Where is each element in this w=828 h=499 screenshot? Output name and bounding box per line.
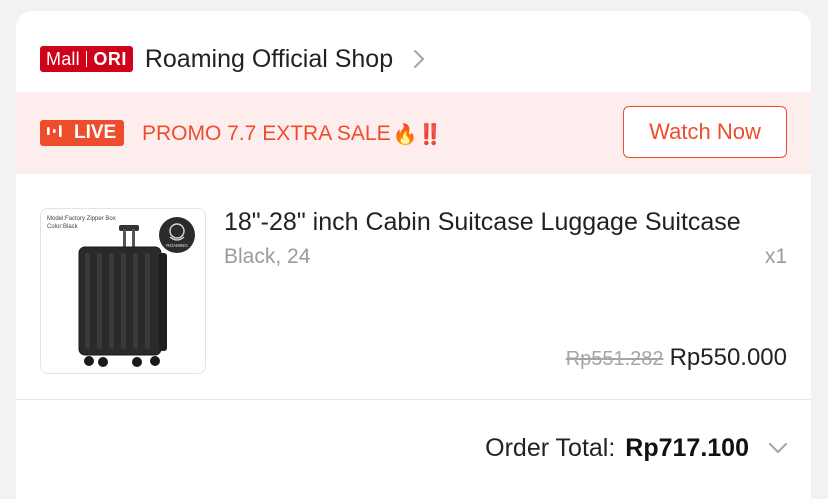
live-bars-icon bbox=[46, 122, 68, 144]
shop-header[interactable]: Mall ORI Roaming Official Shop bbox=[40, 44, 425, 74]
mall-badge-label: Mall bbox=[46, 48, 80, 69]
product-quantity: x1 bbox=[764, 245, 787, 268]
mall-ori-badge: Mall ORI bbox=[40, 46, 133, 72]
product-image[interactable]: Model:Factory Zipper Box Color:Black ROA… bbox=[40, 208, 206, 374]
image-caption-model: Model:Factory Zipper Box bbox=[47, 216, 116, 222]
order-total-value: Rp717.100 bbox=[625, 433, 749, 462]
shop-name[interactable]: Roaming Official Shop bbox=[145, 45, 393, 74]
live-promo-banner[interactable]: LIVE PROMO 7.7 EXTRA SALE 🔥‼️ Watch Now bbox=[16, 92, 811, 174]
badge-separator bbox=[85, 51, 88, 67]
price-block: Rp551.282 Rp550.000 bbox=[566, 344, 787, 372]
ori-badge-label: ORI bbox=[93, 48, 127, 69]
order-total-label: Order Total: bbox=[485, 433, 616, 462]
order-card: Mall ORI Roaming Official Shop LIVE PROM… bbox=[16, 11, 811, 499]
image-caption: Model:Factory Zipper Box Color:Black bbox=[47, 215, 116, 231]
order-total-row[interactable]: Order Total: Rp717.100 bbox=[485, 432, 789, 464]
watch-now-button[interactable]: Watch Now bbox=[623, 106, 787, 158]
image-caption-color: Color:Black bbox=[47, 224, 78, 230]
promo-title: PROMO 7.7 EXTRA SALE bbox=[142, 122, 391, 145]
sale-price: Rp550.000 bbox=[669, 344, 787, 371]
product-title[interactable]: 18"-28" inch Cabin Suitcase Luggage Suit… bbox=[224, 208, 789, 237]
promo-text: PROMO 7.7 EXTRA SALE 🔥‼️ bbox=[142, 120, 442, 148]
live-badge: LIVE bbox=[40, 120, 125, 146]
product-variant: Black, 24 bbox=[224, 245, 311, 268]
suitcase-illustration: ROAMING bbox=[78, 217, 195, 367]
fire-exclamation-icon: 🔥‼️ bbox=[392, 123, 443, 146]
chevron-down-icon[interactable] bbox=[767, 441, 789, 455]
original-price: Rp551.282 bbox=[565, 348, 664, 370]
chevron-right-icon[interactable] bbox=[413, 49, 425, 69]
live-label: LIVE bbox=[74, 122, 117, 143]
brand-logo-text: ROAMING bbox=[166, 243, 188, 248]
divider bbox=[16, 399, 811, 400]
